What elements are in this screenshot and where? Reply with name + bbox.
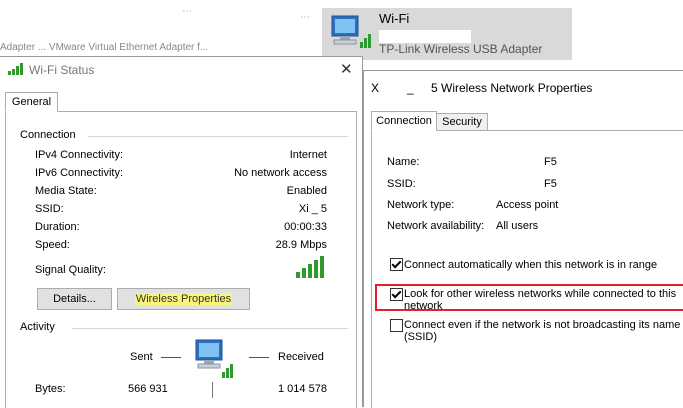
activity-heading: Activity (20, 321, 55, 333)
ssid-value: F5 (544, 178, 557, 190)
ipv6-value: No network access (234, 167, 327, 179)
signal-icon (8, 63, 23, 75)
network-computer-icon (331, 15, 371, 48)
connect-automatically-checkbox[interactable] (390, 258, 403, 271)
look-for-other-networks-label: Look for other wireless networks while c… (404, 288, 677, 312)
ipv6-label: IPv6 Connectivity: (35, 167, 124, 179)
details-button[interactable]: Details... (37, 288, 112, 310)
wireless-properties-dialog: X _ 5 Wireless Network Properties Connec… (363, 70, 683, 408)
title-prefix: X (371, 81, 380, 95)
connect-hidden-label: Connect even if the network is not broad… (404, 319, 681, 343)
ipv4-label: IPv4 Connectivity: (35, 149, 124, 161)
connect-automatically-label: Connect automatically when this network … (404, 259, 658, 271)
bytes-received-value: 1 014 578 (278, 383, 327, 395)
wireless-properties-label: Wireless Properties (134, 293, 233, 305)
name-value: F5 (544, 156, 557, 168)
media-state-value: Enabled (286, 185, 327, 197)
adapter-name: Wi-Fi (379, 11, 410, 26)
general-panel: Connection IPv4 Connectivity: Internet I… (5, 111, 357, 408)
speed-label: Speed: (35, 239, 70, 251)
network-type-label: Network type: (387, 199, 455, 211)
divider (88, 136, 348, 137)
signal-strength-icon (296, 256, 324, 278)
ssid-label: SSID: (387, 178, 416, 190)
wifi-adapter-item[interactable]: Wi-Fi TP-Link Wireless USB Adapter (322, 8, 572, 60)
dialog-title: Wi-Fi Status (29, 63, 95, 77)
bytes-sent-value: 566 931 (128, 383, 168, 395)
tab-security[interactable]: Security (436, 113, 488, 131)
wifi-status-dialog: Wi-Fi Status ✕ General Connection IPv4 C… (0, 56, 363, 408)
dots-icon: ⋯ (182, 6, 192, 17)
bytes-divider (212, 382, 213, 398)
sent-label: Sent (130, 351, 153, 363)
adapter-description: TP-Link Wireless USB Adapter (379, 42, 543, 56)
activity-computer-icon (195, 339, 233, 378)
ssid-label: SSID: (35, 203, 64, 215)
speed-value: 28.9 Mbps (275, 239, 327, 251)
bytes-label: Bytes: (35, 383, 66, 395)
ipv4-value: Internet (289, 149, 327, 161)
media-state-label: Media State: (35, 185, 97, 197)
connection-heading: Connection (20, 129, 76, 141)
ssid-value: Xi _ 5 (298, 203, 327, 215)
wireless-properties-button[interactable]: Wireless Properties (117, 288, 250, 310)
look-for-other-networks-checkbox[interactable] (390, 288, 403, 301)
connect-hidden-checkbox[interactable] (390, 319, 403, 332)
close-icon[interactable]: ✕ (340, 60, 353, 78)
network-availability-label: Network availability: (387, 220, 485, 232)
network-availability-value: All users (496, 220, 539, 232)
duration-label: Duration: (35, 221, 80, 233)
divider (72, 328, 348, 329)
tab-connection[interactable]: Connection (371, 111, 437, 131)
tab-general[interactable]: General (5, 92, 58, 112)
received-line (249, 357, 269, 358)
dialog-title: 5 Wireless Network Properties (431, 81, 593, 95)
connection-panel: Name: F5 SSID: F5 Network type: Access p… (371, 130, 683, 408)
sent-line (161, 357, 181, 358)
network-type-value: Access point (496, 199, 559, 211)
received-label: Received (278, 351, 324, 363)
title-gap: _ (407, 81, 414, 95)
name-label: Name: (387, 156, 420, 168)
dots-icon: ⋯ (300, 12, 310, 23)
signal-quality-label: Signal Quality: (35, 264, 106, 276)
background-adapter-list: Adapter ... VMware Virtual Ethernet Adap… (0, 42, 209, 53)
duration-value: 00:00:33 (284, 221, 327, 233)
